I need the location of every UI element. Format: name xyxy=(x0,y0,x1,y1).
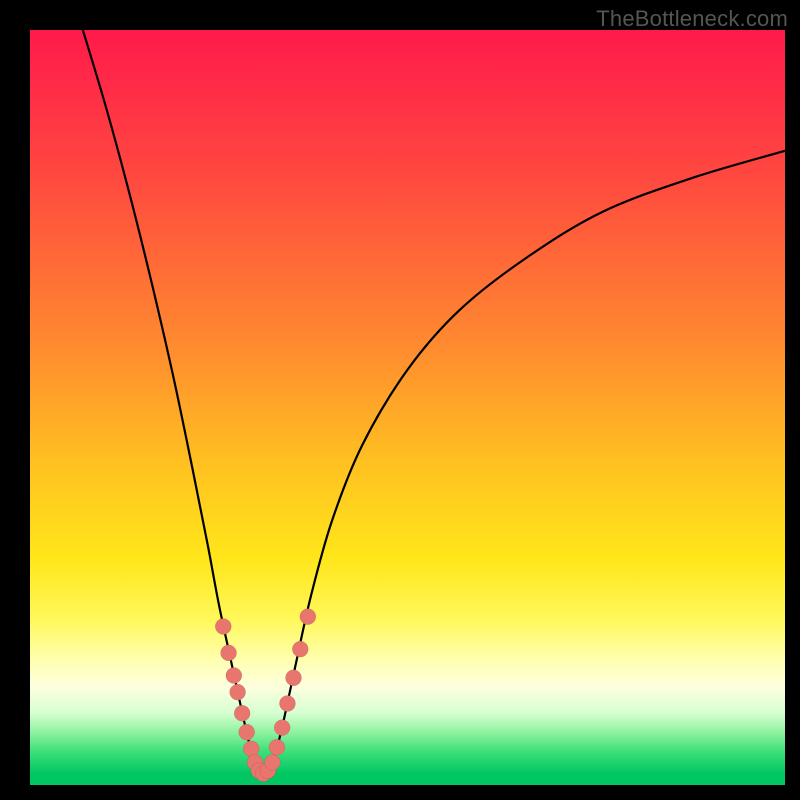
chart-svg xyxy=(30,30,785,785)
highlight-dot xyxy=(215,618,231,634)
highlight-dot xyxy=(285,670,301,686)
highlight-dot xyxy=(269,739,285,755)
highlight-dot xyxy=(300,609,316,625)
gradient-rect xyxy=(30,30,785,785)
highlight-dot xyxy=(292,641,308,657)
watermark-text: TheBottleneck.com xyxy=(596,6,788,32)
highlight-dot xyxy=(279,695,295,711)
highlight-dot xyxy=(264,754,280,770)
highlight-dot xyxy=(230,684,246,700)
plot-area xyxy=(30,30,785,785)
highlight-dot xyxy=(226,668,242,684)
highlight-dot xyxy=(234,705,250,721)
highlight-dot xyxy=(221,645,237,661)
outer-frame: TheBottleneck.com xyxy=(0,0,800,800)
highlight-dot xyxy=(239,724,255,740)
highlight-dot xyxy=(274,720,290,736)
